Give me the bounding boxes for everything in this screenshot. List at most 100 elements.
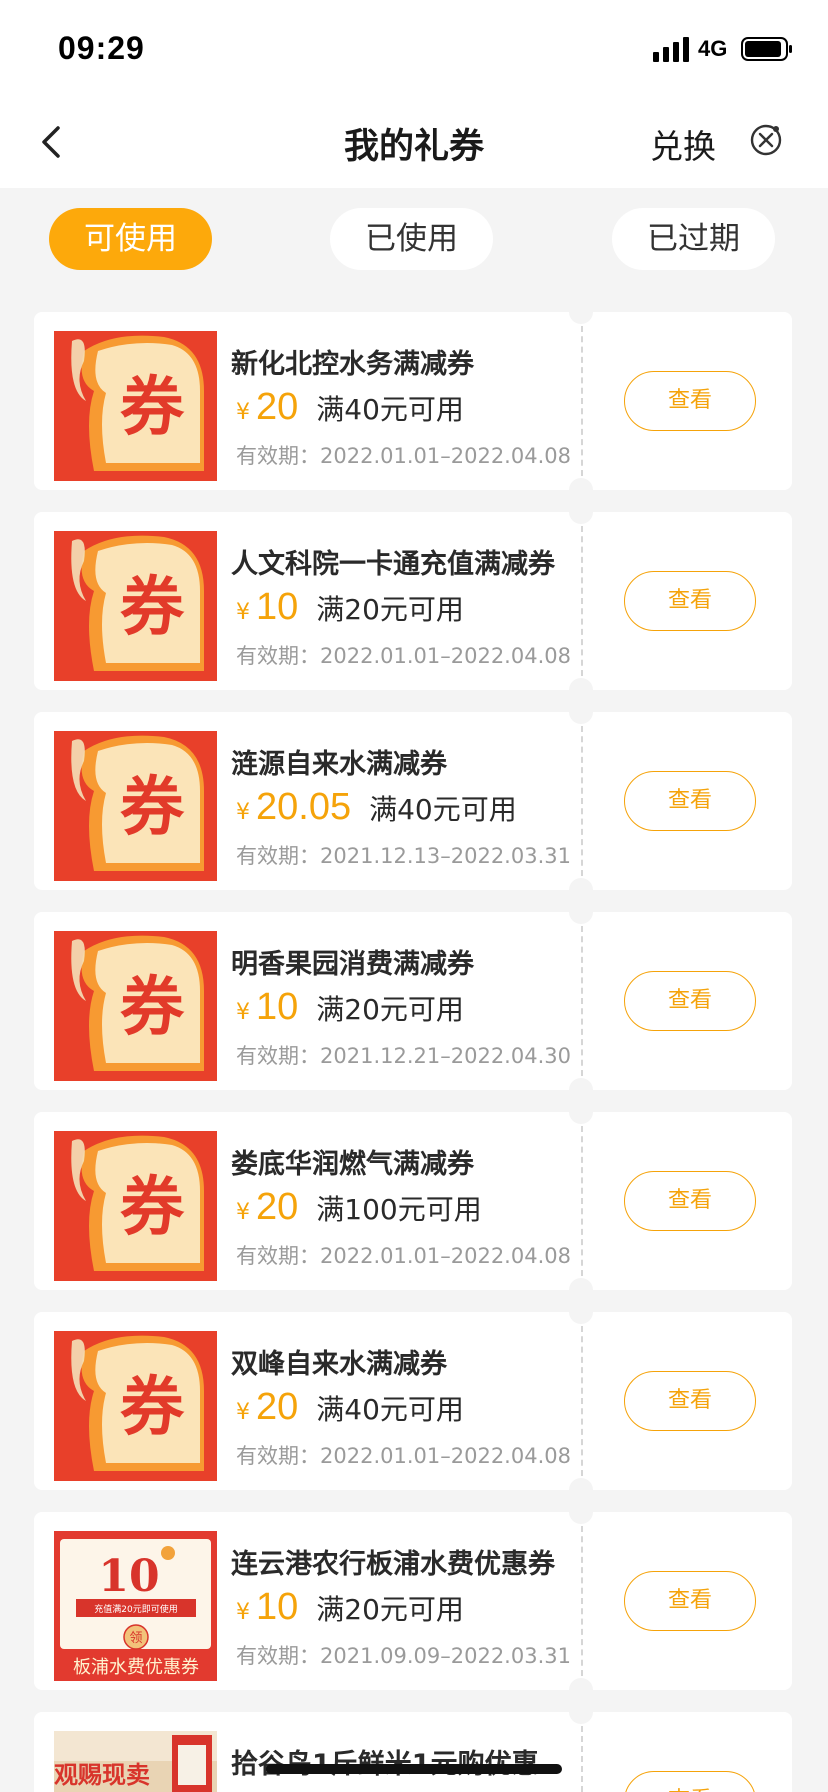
coupon-validity: 有效期：2022.01.01–2022.04.08 bbox=[236, 444, 571, 468]
coupon-amount: 10 bbox=[256, 1586, 299, 1628]
coupon-amount: 20 bbox=[256, 1186, 299, 1228]
ticket-notch bbox=[569, 1278, 593, 1302]
ticket-notch bbox=[569, 1078, 593, 1102]
coupon-title: 拾谷鸟1斤鲜米1元购优惠 bbox=[231, 1742, 539, 1781]
coupon-validity: 有效期：2022.01.01–2022.04.08 bbox=[236, 1244, 571, 1268]
ticket-notch bbox=[569, 900, 593, 924]
dashed-divider bbox=[581, 1326, 583, 1476]
coupon-amount-row: ¥10 满20元可用 bbox=[236, 586, 464, 636]
coupon-ticket-icon: 券 bbox=[54, 1331, 217, 1481]
status-time: 09:29 bbox=[58, 30, 145, 66]
coupon-ticket-icon: 券 bbox=[54, 531, 217, 681]
coupon-amount-row: ¥10 满20元可用 bbox=[236, 1586, 464, 1636]
coupon-card[interactable]: 券 涟源自来水满减券 ¥20.05 满40元可用 有效期：2021.12.13–2… bbox=[34, 700, 792, 902]
banpu-water-coupon-image: 10 充值满20元即可使用 领 板浦水费优惠券 bbox=[54, 1531, 217, 1681]
coupon-card[interactable]: 10 充值满20元即可使用 领 板浦水费优惠券 连云港农行板浦水费优惠券 ¥10… bbox=[34, 1500, 792, 1702]
coupon-amount: 20 bbox=[256, 1386, 299, 1428]
coupon-title: 涟源自来水满减券 bbox=[231, 749, 447, 780]
coupon-amount-row: ¥20 满40元可用 bbox=[236, 1386, 464, 1436]
coupon-status-tabs: 可使用 已使用 已过期 bbox=[0, 188, 828, 288]
coupon-amount-row: ¥10 满20元可用 bbox=[236, 986, 464, 1036]
status-bar: 09:29 4G bbox=[0, 0, 828, 96]
ticket-notch bbox=[569, 1700, 593, 1724]
coupon-condition: 满40元可用 bbox=[316, 393, 464, 426]
currency-symbol: ¥ bbox=[236, 600, 250, 625]
coupon-amount: 10 bbox=[256, 986, 299, 1028]
currency-symbol: ¥ bbox=[236, 1400, 250, 1425]
coupon-card[interactable]: 券 新化北控水务满减券 ¥20 满40元可用 有效期：2022.01.01–202… bbox=[34, 300, 792, 502]
dashed-divider bbox=[581, 1726, 583, 1792]
currency-symbol: ¥ bbox=[236, 400, 250, 425]
coupon-ticket-icon: 券 bbox=[54, 731, 217, 881]
coupon-amount: 20 bbox=[256, 386, 299, 428]
ticket-notch bbox=[569, 500, 593, 524]
tab-expired[interactable]: 已过期 bbox=[612, 208, 775, 270]
ticket-notch bbox=[569, 1678, 593, 1702]
coupon-ticket-icon: 券 bbox=[54, 331, 217, 481]
redeem-button[interactable]: 兑换 bbox=[650, 120, 716, 168]
coupon-title: 新化北控水务满减券 bbox=[231, 349, 474, 380]
coupon-ticket-icon: 券 bbox=[54, 1131, 217, 1281]
view-coupon-button[interactable]: 查看 bbox=[624, 571, 756, 631]
coupon-thumb-text: 券 bbox=[120, 571, 185, 645]
coupon-title: 明香果园消费满减券 bbox=[231, 949, 474, 980]
coupon-amount-row: ¥20.05 满40元可用 bbox=[236, 786, 517, 836]
ticket-notch bbox=[569, 678, 593, 702]
coupon-thumb-text: 券 bbox=[120, 771, 185, 845]
coupon-title: 娄底华润燃气满减券 bbox=[231, 1149, 474, 1180]
coupon-validity: 有效期：2021.09.09–2022.03.31 bbox=[236, 1644, 571, 1668]
coupon-title: 连云港农行板浦水费优惠券 bbox=[231, 1549, 555, 1580]
view-coupon-button[interactable]: 查看 bbox=[624, 771, 756, 831]
view-coupon-button[interactable]: 查看 bbox=[624, 1571, 756, 1631]
coupon-thumb-text: 券 bbox=[120, 1371, 185, 1445]
home-indicator bbox=[266, 1764, 562, 1774]
thumb-small-text: 充值满20元即可使用 bbox=[94, 1603, 177, 1615]
dashed-divider bbox=[581, 726, 583, 876]
currency-symbol: ¥ bbox=[236, 1200, 250, 1225]
coupon-card[interactable]: 券 娄底华润燃气满减券 ¥20 满100元可用 有效期：2022.01.01–20… bbox=[34, 1100, 792, 1302]
ticket-notch bbox=[569, 1500, 593, 1524]
tab-available[interactable]: 可使用 bbox=[49, 208, 212, 270]
dashed-divider bbox=[581, 326, 583, 476]
coupon-thumb-text: 券 bbox=[120, 1171, 185, 1245]
close-miniprogram-icon[interactable] bbox=[748, 122, 784, 158]
ticket-notch bbox=[569, 478, 593, 502]
currency-symbol: ¥ bbox=[236, 1600, 250, 1625]
thumb-big-number: 10 bbox=[98, 1551, 159, 1602]
coupon-condition: 满20元可用 bbox=[316, 993, 464, 1026]
view-coupon-button[interactable]: 查看 bbox=[624, 1771, 756, 1792]
dashed-divider bbox=[581, 526, 583, 676]
dashed-divider bbox=[581, 1126, 583, 1276]
tab-used[interactable]: 已使用 bbox=[330, 208, 493, 270]
coupon-thumb-text: 券 bbox=[120, 971, 185, 1045]
currency-symbol: ¥ bbox=[236, 800, 250, 825]
coupon-condition: 满40元可用 bbox=[369, 793, 517, 826]
coupon-validity: 有效期：2021.12.21–2022.04.30 bbox=[236, 1044, 571, 1068]
currency-symbol: ¥ bbox=[236, 1000, 250, 1025]
rice-promo-image: 观赐现卖 bbox=[54, 1731, 217, 1792]
coupon-amount-row: ¥20 满40元可用 bbox=[236, 386, 464, 436]
coupon-validity: 有效期：2022.01.01–2022.04.08 bbox=[236, 644, 571, 668]
view-coupon-button[interactable]: 查看 bbox=[624, 971, 756, 1031]
coupon-amount-row: ¥20 满100元可用 bbox=[236, 1186, 482, 1236]
coupon-validity: 有效期：2021.12.13–2022.03.31 bbox=[236, 844, 571, 868]
coupon-card[interactable]: 券 人文科院一卡通充值满减券 ¥10 满20元可用 有效期：2022.01.01–… bbox=[34, 500, 792, 702]
coupon-amount: 10 bbox=[256, 586, 299, 628]
coupon-card[interactable]: 券 明香果园消费满减券 ¥10 满20元可用 有效期：2021.12.21–202… bbox=[34, 900, 792, 1102]
view-coupon-button[interactable]: 查看 bbox=[624, 1371, 756, 1431]
coupon-ticket-icon: 券 bbox=[54, 931, 217, 1081]
view-coupon-button[interactable]: 查看 bbox=[624, 1171, 756, 1231]
coupon-card[interactable]: 观赐现卖 拾谷鸟1斤鲜米1元购优惠 查看 bbox=[34, 1700, 792, 1792]
coupon-title: 双峰自来水满减券 bbox=[231, 1349, 447, 1380]
coupon-card[interactable]: 券 双峰自来水满减券 ¥20 满40元可用 有效期：2022.01.01–2022… bbox=[34, 1300, 792, 1502]
ticket-notch bbox=[569, 1300, 593, 1324]
coupon-condition: 满40元可用 bbox=[316, 1393, 464, 1426]
view-coupon-button[interactable]: 查看 bbox=[624, 371, 756, 431]
ticket-notch bbox=[569, 1478, 593, 1502]
ticket-notch bbox=[569, 1100, 593, 1124]
navigation-bar: 我的礼券 兑换 bbox=[0, 96, 828, 188]
thumb-promo-text: 观赐现卖 bbox=[54, 1761, 150, 1789]
thumb-caption: 板浦水费优惠券 bbox=[73, 1657, 199, 1678]
ticket-notch bbox=[569, 878, 593, 902]
coupon-condition: 满100元可用 bbox=[316, 1193, 482, 1226]
